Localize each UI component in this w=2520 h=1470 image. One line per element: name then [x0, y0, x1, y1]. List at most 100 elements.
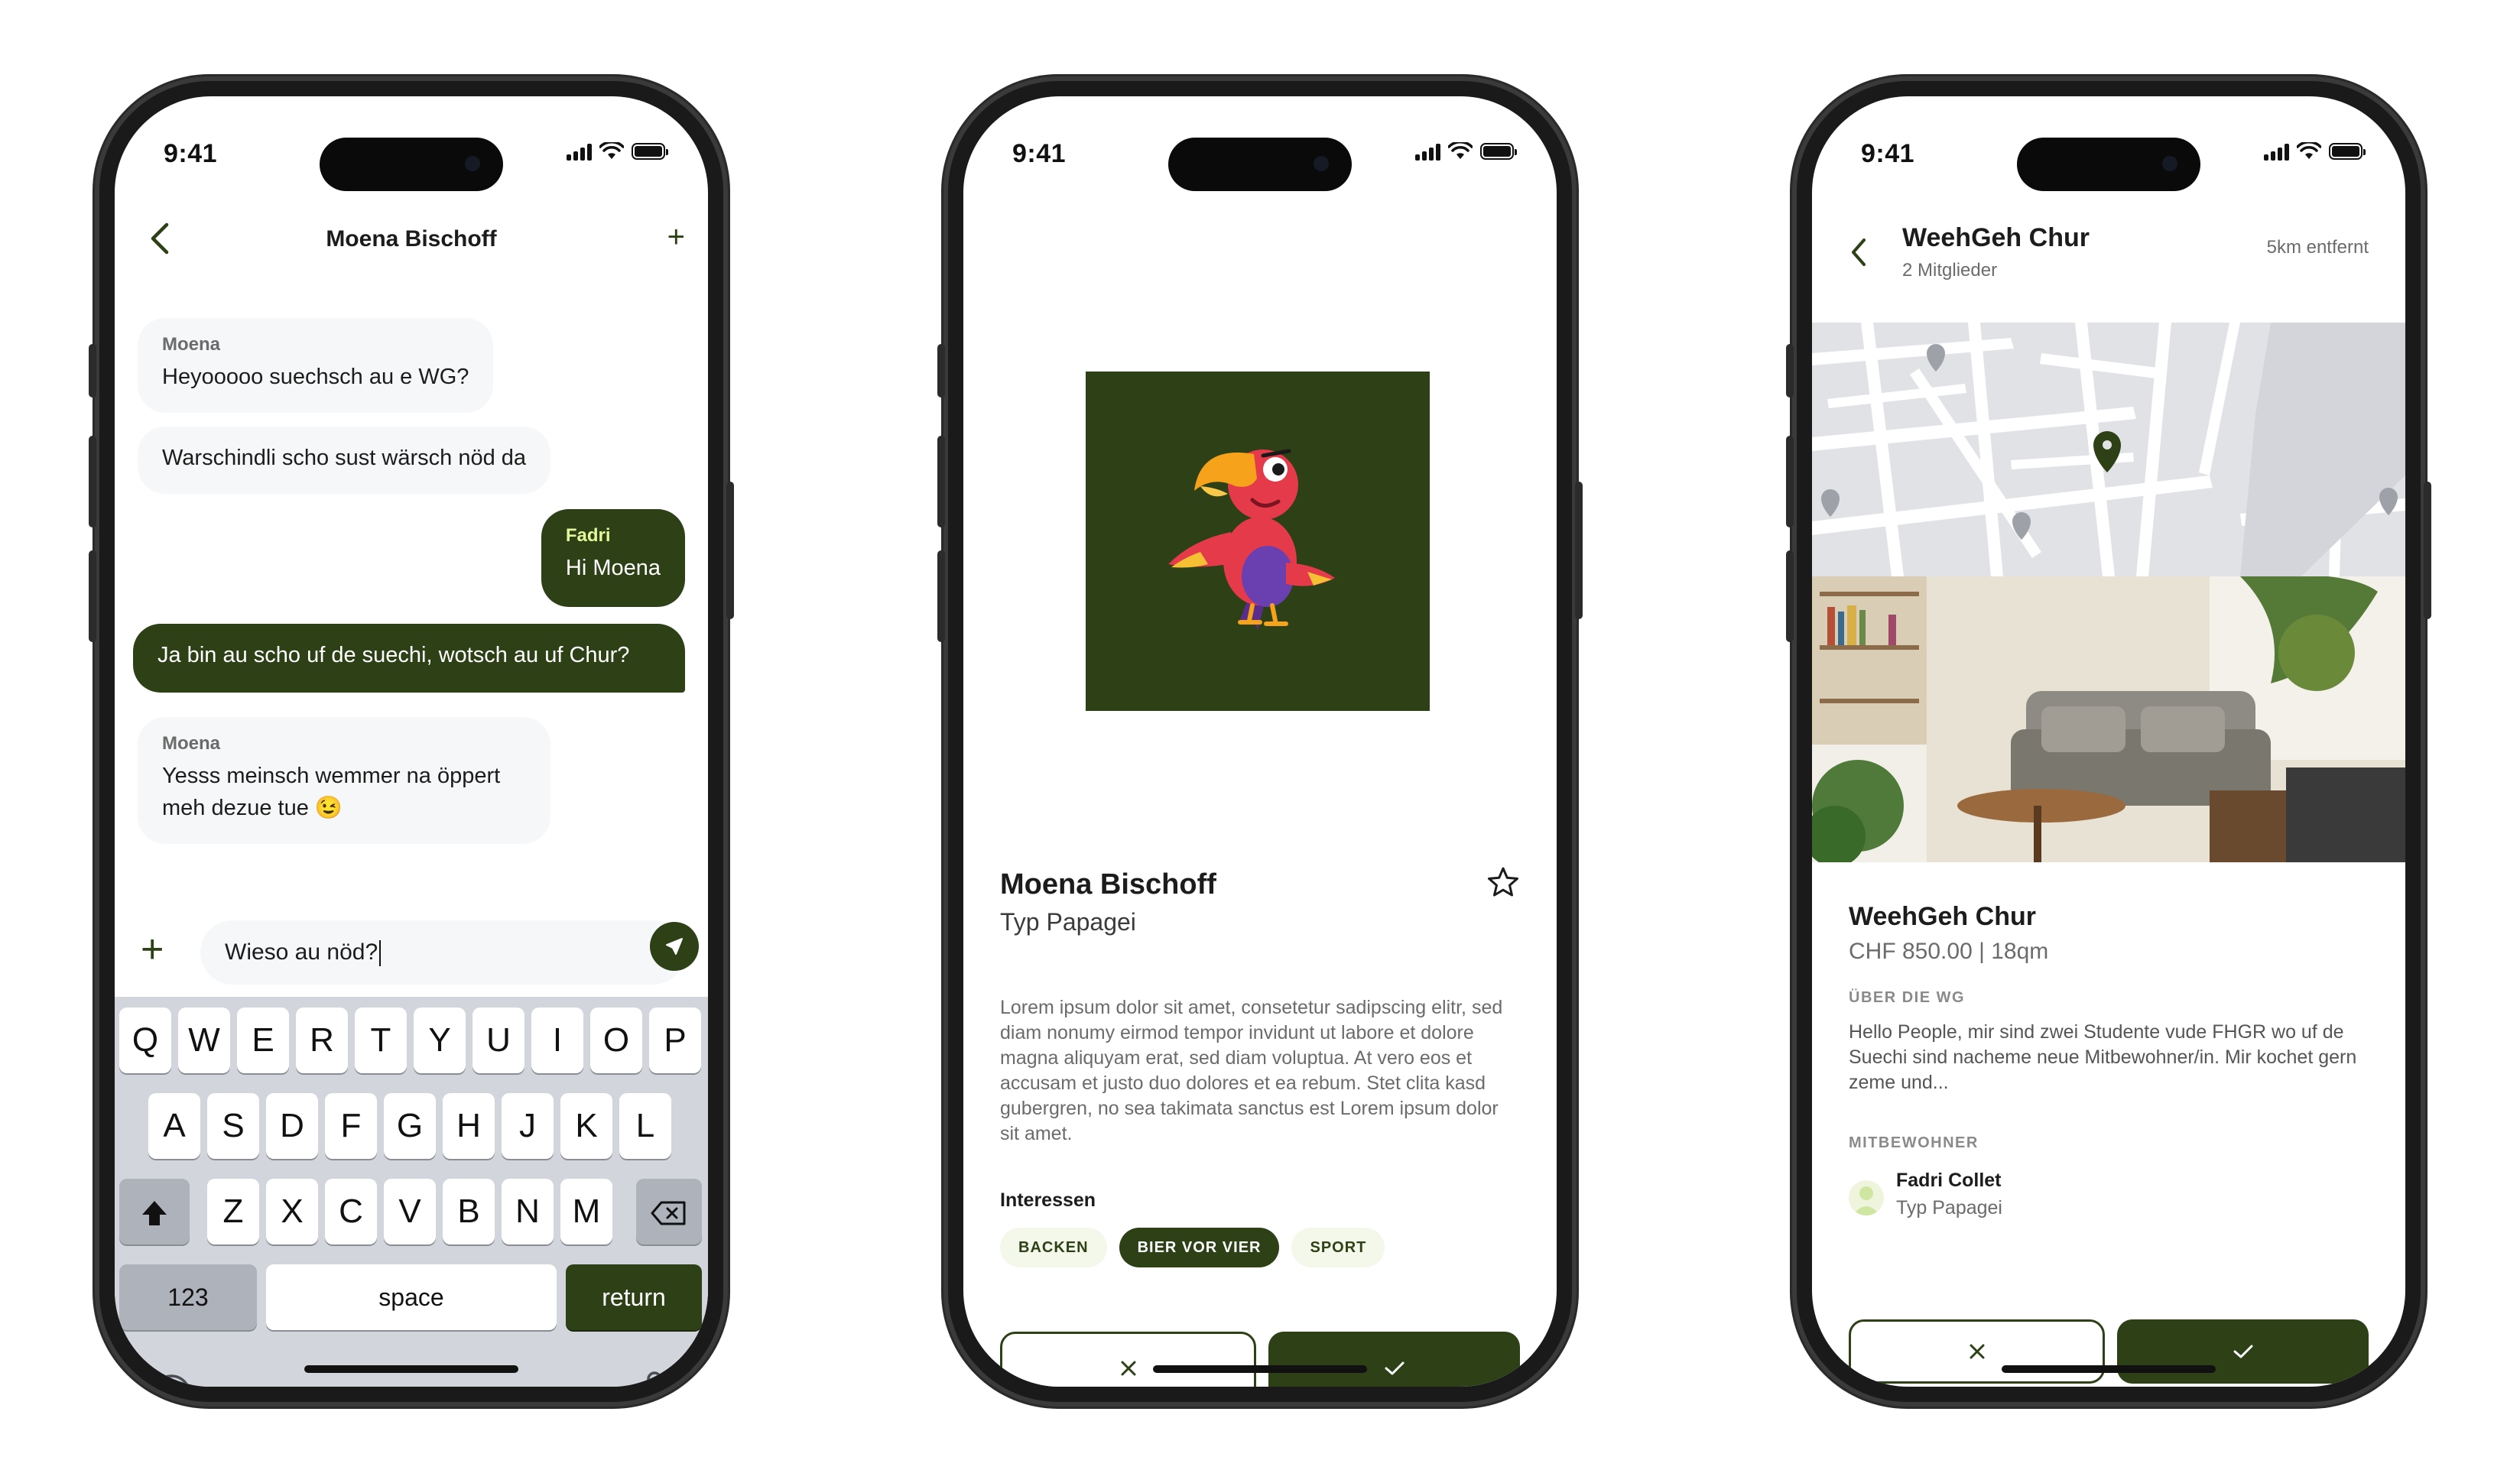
accept-button[interactable]	[2117, 1319, 2369, 1384]
camera	[465, 156, 480, 171]
numbers-key[interactable]: 123	[119, 1264, 257, 1330]
about-text: Hello People, mir sind zwei Studente vud…	[1849, 1021, 2357, 1093]
signal-icon	[567, 142, 592, 161]
key[interactable]: I	[531, 1008, 583, 1073]
shift-key[interactable]	[119, 1179, 190, 1244]
shift-arrow-icon	[142, 1201, 167, 1226]
camera	[2162, 156, 2177, 171]
profile-type: Typ Papagei	[1000, 908, 1136, 936]
interest-chips: BACKEN BIER VOR VIER SPORT	[1000, 1228, 1385, 1267]
camera	[1314, 156, 1329, 171]
message-input[interactable]: Wieso au nöd?	[200, 920, 685, 985]
key[interactable]: N	[502, 1179, 554, 1244]
interest-chip[interactable]: SPORT	[1291, 1228, 1385, 1267]
accept-button[interactable]	[1268, 1332, 1520, 1387]
message-bubble: Fadri Hi Moena	[541, 509, 685, 607]
return-key[interactable]: return	[566, 1264, 702, 1330]
message-input-value: Wieso au nöd?	[225, 939, 378, 965]
close-icon	[1121, 1361, 1135, 1376]
back-chevron-icon[interactable]	[1849, 237, 1869, 268]
power-button	[1575, 482, 1583, 619]
key[interactable]: O	[590, 1008, 642, 1073]
key[interactable]: L	[619, 1093, 671, 1159]
attach-plus-icon[interactable]: +	[141, 926, 164, 972]
key[interactable]: A	[148, 1093, 200, 1159]
volume-down-button	[89, 550, 96, 642]
text-caret	[379, 940, 382, 967]
message-text: Hi Moena	[565, 556, 661, 580]
key[interactable]: F	[325, 1093, 377, 1159]
message-text: Warschindli scho sust wärsch nöd da	[162, 446, 527, 470]
roommate-avatar	[1849, 1180, 1884, 1215]
key[interactable]: B	[443, 1179, 495, 1244]
key[interactable]: Y	[414, 1008, 466, 1073]
dynamic-island	[2017, 138, 2200, 191]
side-button	[937, 344, 945, 398]
phone-profile: 9:41 Moena Bischoff Typ Papagei Lorem ip…	[937, 76, 1583, 1407]
dynamic-island	[1168, 138, 1352, 191]
volume-up-button	[89, 436, 96, 527]
phone-chat: 9:41 Moena Bischoff + Moena Heyooooo sue…	[89, 76, 734, 1407]
key[interactable]: V	[384, 1179, 436, 1244]
parrot-illustration	[1168, 449, 1335, 630]
send-button[interactable]	[650, 922, 699, 971]
key[interactable]: W	[178, 1008, 230, 1073]
chat-header: Moena Bischoff +	[115, 211, 708, 272]
message-bubble: Warschindli scho sust wärsch nöd da	[138, 427, 551, 494]
key[interactable]: R	[296, 1008, 348, 1073]
emoji-icon[interactable]	[148, 1371, 194, 1387]
wifi-icon	[599, 142, 624, 159]
key[interactable]: K	[560, 1093, 612, 1159]
space-key[interactable]: space	[266, 1264, 557, 1330]
key[interactable]: E	[237, 1008, 289, 1073]
roommates-label: MITBEWOHNER	[1849, 1134, 1979, 1151]
key[interactable]: Q	[119, 1008, 171, 1073]
key[interactable]: D	[266, 1093, 318, 1159]
chat-screen: 9:41 Moena Bischoff + Moena Heyooooo sue…	[115, 96, 708, 1387]
key[interactable]: J	[502, 1093, 554, 1159]
status-time: 9:41	[1012, 139, 1067, 168]
side-button	[89, 344, 96, 398]
favorite-star-icon[interactable]	[1486, 865, 1520, 899]
key[interactable]: X	[266, 1179, 318, 1244]
message-text: Ja bin au scho uf de suechi, wotsch au u…	[158, 643, 630, 667]
message-sender: Moena	[162, 733, 221, 754]
send-icon	[666, 938, 683, 955]
map-streets	[1812, 323, 2405, 576]
phone-wg: 9:41 WeehGeh Chur 2 Mitglieder 5km entfe…	[1786, 76, 2431, 1407]
profile-avatar	[1086, 372, 1430, 711]
status-icons	[567, 142, 668, 161]
check-icon	[2233, 1345, 2252, 1358]
message-bubble: Ja bin au scho uf de suechi, wotsch au u…	[133, 624, 685, 693]
add-icon[interactable]: +	[667, 220, 685, 255]
key[interactable]: T	[355, 1008, 407, 1073]
key[interactable]: M	[560, 1179, 612, 1244]
interest-chip-active[interactable]: BIER VOR VIER	[1119, 1228, 1280, 1267]
message-bubble: Moena Heyooooo suechsch au e WG?	[138, 318, 494, 413]
message-sender: Fadri	[565, 525, 611, 546]
reject-button[interactable]	[1000, 1332, 1256, 1387]
reject-button[interactable]	[1849, 1319, 2105, 1384]
delete-key[interactable]	[636, 1179, 702, 1244]
battery-icon	[2329, 143, 2366, 160]
status-time: 9:41	[164, 139, 218, 168]
keyboard-row-4: 123 space return	[115, 1264, 708, 1335]
key[interactable]: S	[207, 1093, 259, 1159]
message-sender: Moena	[162, 334, 221, 355]
microphone-icon[interactable]	[639, 1370, 670, 1387]
key[interactable]: Z	[207, 1179, 259, 1244]
key[interactable]: P	[649, 1008, 701, 1073]
roommate-name: Fadri Collet	[1896, 1170, 2002, 1191]
backspace-icon	[651, 1201, 686, 1225]
action-buttons	[1000, 1332, 1520, 1387]
key[interactable]: H	[443, 1093, 495, 1159]
key[interactable]: G	[384, 1093, 436, 1159]
key[interactable]: U	[472, 1008, 524, 1073]
key[interactable]: C	[325, 1179, 377, 1244]
wifi-icon	[1448, 142, 1473, 159]
wg-distance: 5km entfernt	[2266, 237, 2369, 258]
map-view[interactable]	[1812, 323, 2405, 576]
side-button	[1786, 344, 1794, 398]
message-bubble: Moena Yesss meinsch wemmer na öppert meh…	[138, 717, 550, 844]
interest-chip[interactable]: BACKEN	[1000, 1228, 1107, 1267]
